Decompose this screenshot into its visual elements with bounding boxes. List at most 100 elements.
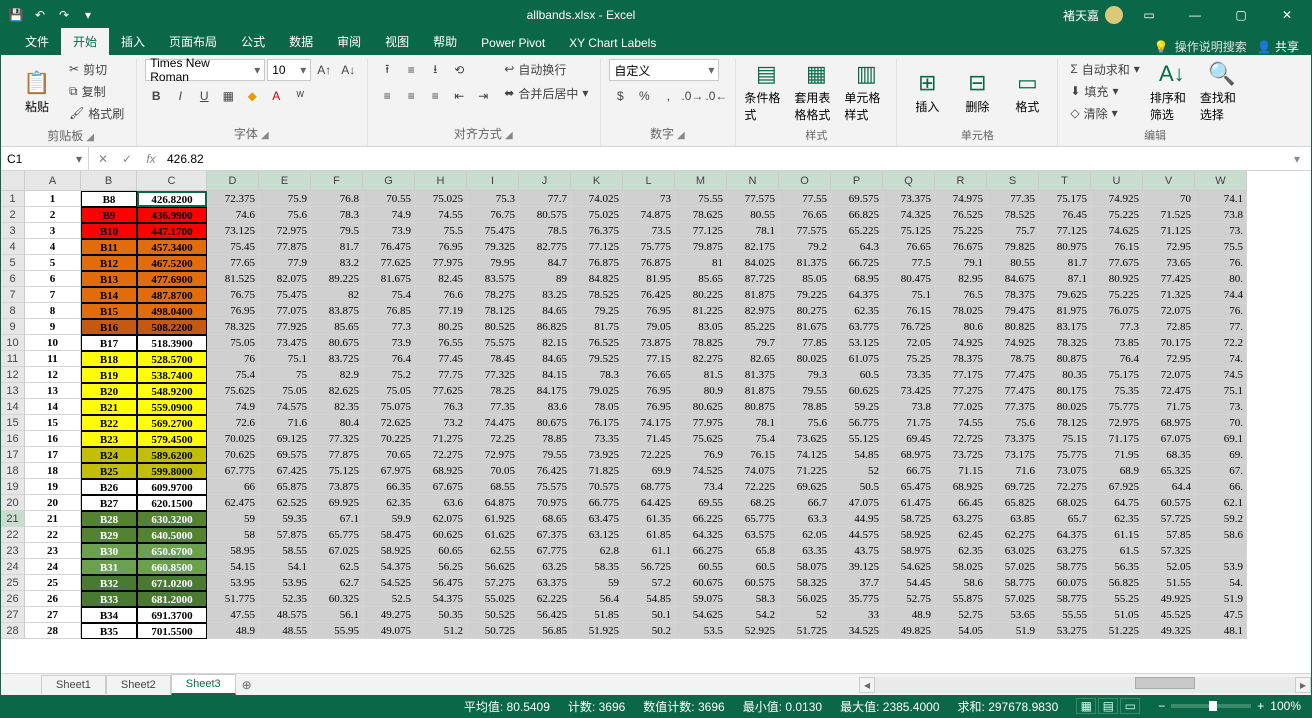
cell[interactable]: 52.35 xyxy=(259,591,311,607)
cell[interactable]: 28 xyxy=(25,623,81,639)
zoom-slider[interactable]: − + 100% xyxy=(1158,699,1301,713)
cell[interactable]: 77.325 xyxy=(311,431,363,447)
cell[interactable]: 51.775 xyxy=(207,591,259,607)
cell[interactable]: 74.925 xyxy=(987,335,1039,351)
cell[interactable]: 70.575 xyxy=(571,479,623,495)
cell[interactable]: 78.825 xyxy=(675,335,727,351)
cell[interactable]: 77.325 xyxy=(467,367,519,383)
cell[interactable]: 66.7 xyxy=(779,495,831,511)
cell[interactable]: 73. xyxy=(1195,223,1247,239)
cell[interactable]: 76.075 xyxy=(1091,303,1143,319)
cell[interactable]: 82.775 xyxy=(519,239,571,255)
cell[interactable]: 84.825 xyxy=(571,271,623,287)
row-header[interactable]: 10 xyxy=(1,335,25,351)
cell[interactable]: 75.55 xyxy=(675,191,727,207)
cell[interactable]: 75.025 xyxy=(571,207,623,223)
cell[interactable]: 72.95 xyxy=(1143,239,1195,255)
cell[interactable]: 80.25 xyxy=(415,319,467,335)
cell[interactable]: 72.85 xyxy=(1143,319,1195,335)
cell[interactable]: 53.5 xyxy=(675,623,727,639)
cell[interactable]: 64.3 xyxy=(831,239,883,255)
close-button[interactable]: ✕ xyxy=(1267,1,1307,29)
cell[interactable]: 61.15 xyxy=(1091,527,1143,543)
column-header[interactable]: B xyxy=(81,171,137,191)
cell[interactable]: 80.625 xyxy=(675,399,727,415)
cell[interactable]: 57.275 xyxy=(467,575,519,591)
cell[interactable]: 77.35 xyxy=(987,191,1039,207)
cell[interactable]: 77.375 xyxy=(987,399,1039,415)
cell[interactable]: 5 xyxy=(25,255,81,271)
cell[interactable]: 75.45 xyxy=(207,239,259,255)
cell[interactable]: 77.875 xyxy=(259,239,311,255)
cell[interactable]: 73.4 xyxy=(675,479,727,495)
cell[interactable]: 63.3 xyxy=(779,511,831,527)
cell[interactable]: 76.95 xyxy=(623,399,675,415)
cell[interactable]: 67.375 xyxy=(519,527,571,543)
cell[interactable]: 72.95 xyxy=(1143,351,1195,367)
cell[interactable]: 75.175 xyxy=(1091,367,1143,383)
cell[interactable]: 65.775 xyxy=(311,527,363,543)
cell[interactable]: 43.75 xyxy=(831,543,883,559)
cell[interactable]: 78.375 xyxy=(935,351,987,367)
row-header[interactable]: 4 xyxy=(1,239,25,255)
cell[interactable]: 58 xyxy=(207,527,259,543)
cell[interactable]: 82.175 xyxy=(727,239,779,255)
cell[interactable]: 76.5 xyxy=(935,287,987,303)
cell[interactable]: 80.4 xyxy=(311,415,363,431)
avatar[interactable] xyxy=(1105,6,1123,24)
cell[interactable]: 68.925 xyxy=(415,463,467,479)
cell[interactable]: 61.075 xyxy=(831,351,883,367)
cell[interactable]: 81.375 xyxy=(727,367,779,383)
cell[interactable]: 37.7 xyxy=(831,575,883,591)
cell[interactable]: 69.575 xyxy=(259,447,311,463)
cell[interactable]: 58.325 xyxy=(779,575,831,591)
cell[interactable]: 84.65 xyxy=(519,303,571,319)
cell[interactable]: 75.1 xyxy=(1195,383,1247,399)
cell[interactable]: 49.075 xyxy=(363,623,415,639)
cell[interactable]: 75.225 xyxy=(1091,287,1143,303)
cell[interactable]: 66.35 xyxy=(363,479,415,495)
cell[interactable]: 62.7 xyxy=(311,575,363,591)
cell[interactable]: 56.425 xyxy=(519,607,571,623)
tab-view[interactable]: 视图 xyxy=(373,28,421,55)
cell[interactable]: 77.7 xyxy=(519,191,571,207)
cell[interactable]: 80. xyxy=(1195,271,1247,287)
cell[interactable]: 53.65 xyxy=(987,607,1039,623)
cell[interactable]: 57.85 xyxy=(1143,527,1195,543)
cell[interactable]: 76.525 xyxy=(935,207,987,223)
cell[interactable]: 81.375 xyxy=(779,255,831,271)
cell[interactable]: 58.475 xyxy=(363,527,415,543)
cell[interactable]: B13 xyxy=(81,271,137,287)
cell[interactable]: 86.825 xyxy=(519,319,571,335)
row-header[interactable]: 19 xyxy=(1,479,25,495)
cell[interactable]: 54.525 xyxy=(363,575,415,591)
cell[interactable]: 77.025 xyxy=(935,399,987,415)
cell[interactable]: B27 xyxy=(81,495,137,511)
row-header[interactable]: 26 xyxy=(1,591,25,607)
cell[interactable]: 52.5 xyxy=(363,591,415,607)
row-header[interactable]: 6 xyxy=(1,271,25,287)
cell[interactable]: 79.25 xyxy=(571,303,623,319)
cell[interactable]: 71.325 xyxy=(1143,287,1195,303)
cell[interactable]: 73.85 xyxy=(1091,335,1143,351)
column-header[interactable]: T xyxy=(1039,171,1091,191)
cell[interactable]: 79.875 xyxy=(675,239,727,255)
cell[interactable]: 75.625 xyxy=(675,431,727,447)
cell[interactable]: 81.225 xyxy=(675,303,727,319)
cell[interactable]: 68.975 xyxy=(883,447,935,463)
cell[interactable]: 76.875 xyxy=(571,255,623,271)
cell[interactable]: 83.6 xyxy=(519,399,571,415)
cell[interactable]: 71.15 xyxy=(935,463,987,479)
cell[interactable]: 70.225 xyxy=(363,431,415,447)
cell[interactable]: 77.425 xyxy=(1143,271,1195,287)
column-header[interactable]: E xyxy=(259,171,311,191)
row-header[interactable]: 17 xyxy=(1,447,25,463)
cell[interactable]: 67.675 xyxy=(415,479,467,495)
cell[interactable]: 74.025 xyxy=(571,191,623,207)
cell[interactable]: 58.075 xyxy=(779,559,831,575)
dialog-launcher-icon[interactable]: ◢ xyxy=(261,130,271,141)
cell[interactable]: 73.375 xyxy=(883,191,935,207)
cell[interactable]: 73. xyxy=(1195,399,1247,415)
cell[interactable]: 609.9700 xyxy=(137,479,207,495)
cell[interactable]: 76.375 xyxy=(571,223,623,239)
